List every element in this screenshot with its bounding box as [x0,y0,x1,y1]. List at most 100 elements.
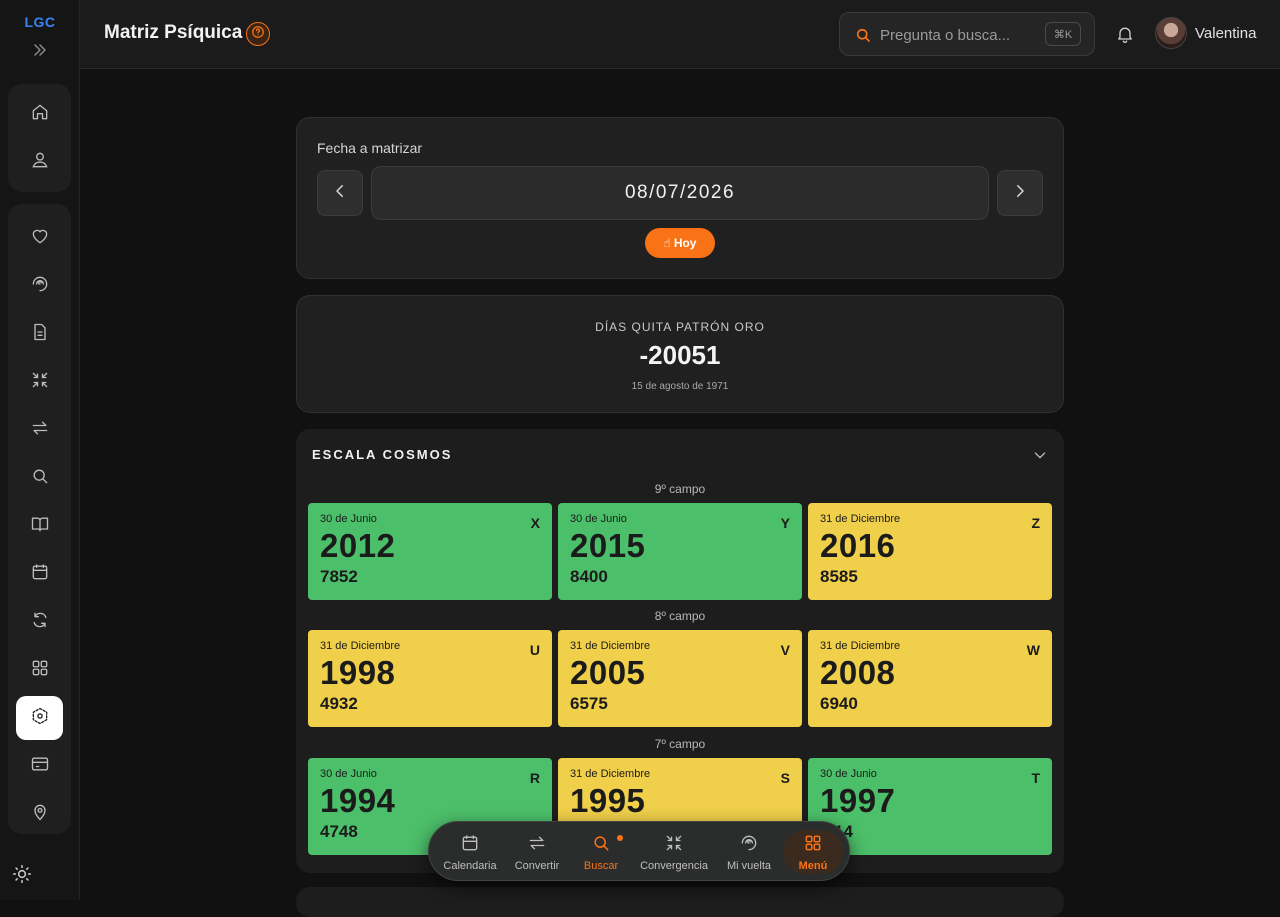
tile-date: 30 de Junio [320,768,377,780]
chevron-right-icon [1011,182,1029,205]
tile-letter: W [1026,642,1040,658]
sidebar-item-calendar[interactable] [16,552,63,596]
tile-letter: T [1031,770,1040,786]
bottom-nav-buscar[interactable]: Buscar [573,830,629,874]
tile-number: 4932 [320,694,358,713]
sidebar-item-favorites[interactable] [16,216,63,260]
bottom-nav-menu[interactable]: Menú [783,830,843,874]
card-icon [30,754,50,779]
tile-number: 8400 [570,567,608,586]
cosmos-tile[interactable]: 31 de Diciembre W 2008 6940 [808,630,1052,727]
next-date-button[interactable] [997,170,1043,216]
converge-icon [30,370,50,395]
cosmos-tile[interactable]: 30 de Junio Y 2015 8400 [558,503,802,600]
tile-year: 2016 [820,527,896,564]
sidebar-item-grid[interactable] [16,648,63,692]
tile-date: 31 de Diciembre [570,768,651,780]
sidebar-item-search[interactable] [16,456,63,500]
search-input[interactable] [880,23,1040,47]
header: Matriz Psíquica ⌘K Valentina [80,0,1280,69]
tile-letter: V [780,642,790,658]
bottom-nav-label: Mi vuelta [726,859,772,872]
tile-date: 31 de Diciembre [820,640,901,652]
today-button[interactable]: ☝ Hoy [645,228,715,258]
bottom-nav-label: Menú [798,859,828,872]
bottom-nav-label: Calendaria [443,859,497,872]
bottom-nav-label: Buscar [583,859,619,872]
dias-label: DÍAS QUITA PATRÓN ORO [595,320,765,334]
tile-number: 6940 [820,694,858,713]
bottom-nav-convergencia[interactable]: Convergencia [637,830,711,874]
bottom-nav-label: Convergencia [640,859,708,872]
sidebar-item-vuelta[interactable] [16,264,63,308]
theme-toggle-sun-icon[interactable] [12,864,32,884]
tile-letter: X [530,515,540,531]
sidebar-item-convertir[interactable] [16,408,63,452]
calendar-icon [460,833,480,860]
home-icon [30,102,50,127]
notification-dot [617,835,623,841]
field-label: 8º campo [654,609,706,623]
field-label: 7º campo [654,737,706,751]
section-title: ESCALA COSMOS [312,447,453,462]
help-button[interactable] [246,22,270,46]
grid-icon [30,658,50,683]
bottom-nav-convertir[interactable]: Convertir [509,830,565,874]
tile-year: 2012 [320,527,396,564]
map-pin-icon [30,802,50,827]
bottom-nav-calendaria[interactable]: Calendaria [439,830,501,874]
date-card: Fecha a matrizar 08/07/2026 ☝ Hoy [296,117,1064,279]
question-icon [251,25,265,44]
tile-year: 2005 [570,654,646,691]
arrows-swap-icon [527,833,547,860]
cosmos-tile[interactable]: 30 de Junio X 2012 7852 [308,503,552,600]
matrix-icon [30,706,50,731]
tile-letter: Z [1031,515,1040,531]
sidebar-item-location[interactable] [16,792,63,836]
tile-number: 4748 [320,822,358,841]
user-name[interactable]: Valentina [1195,25,1256,42]
sidebar-item-profile[interactable] [16,140,63,184]
sidebar-item-documents[interactable] [16,312,63,356]
search-icon [30,466,50,491]
search-icon [591,833,611,860]
document-icon [30,322,50,347]
avatar[interactable] [1155,17,1187,49]
chevron-down-icon[interactable] [1032,447,1048,463]
bottom-nav-mi-vuelta[interactable]: Mi vuelta [719,830,779,874]
sidebar-item-card[interactable] [16,744,63,788]
tile-letter: R [529,770,540,786]
previous-date-button[interactable] [317,170,363,216]
search-bar[interactable]: ⌘K [839,12,1095,56]
sidebar-item-book[interactable] [16,504,63,548]
tile-date: 31 de Diciembre [570,640,651,652]
tile-date: 31 de Diciembre [320,640,401,652]
tile-letter: Y [780,515,790,531]
page-title: Matriz Psíquica [104,22,243,43]
refresh-icon [30,610,50,635]
expand-sidebar-icon[interactable] [30,40,50,60]
tile-letter: S [780,770,790,786]
escala-cosmos-card: ESCALA COSMOS 9º campo 30 de Junio X 201… [296,429,1064,873]
cosmos-tile[interactable]: 31 de Diciembre U 1998 4932 [308,630,552,727]
spiral-icon [739,833,759,860]
tile-number: 6575 [570,694,608,713]
dias-value: -20051 [639,340,721,370]
notifications-bell-icon[interactable] [1115,24,1135,44]
cosmos-tile[interactable]: 31 de Diciembre V 2005 6575 [558,630,802,727]
pointing-hand-icon: ☝ [663,236,671,250]
logo[interactable]: LGC [0,14,80,30]
sidebar-item-home[interactable] [16,92,63,136]
arrows-swap-icon [30,418,50,443]
spiral-icon [30,274,50,299]
tile-number: 8585 [820,567,858,586]
sidebar: LGC [0,0,80,900]
field-label: 9º campo [654,482,706,496]
sidebar-item-matriz[interactable] [16,696,63,740]
cosmos-tile[interactable]: 31 de Diciembre Z 2016 8585 [808,503,1052,600]
keyboard-shortcut-badge: ⌘K [1045,22,1081,46]
sidebar-item-convergencia[interactable] [16,360,63,404]
heart-icon [30,226,50,251]
date-input[interactable]: 08/07/2026 [371,166,989,220]
sidebar-item-refresh[interactable] [16,600,63,644]
